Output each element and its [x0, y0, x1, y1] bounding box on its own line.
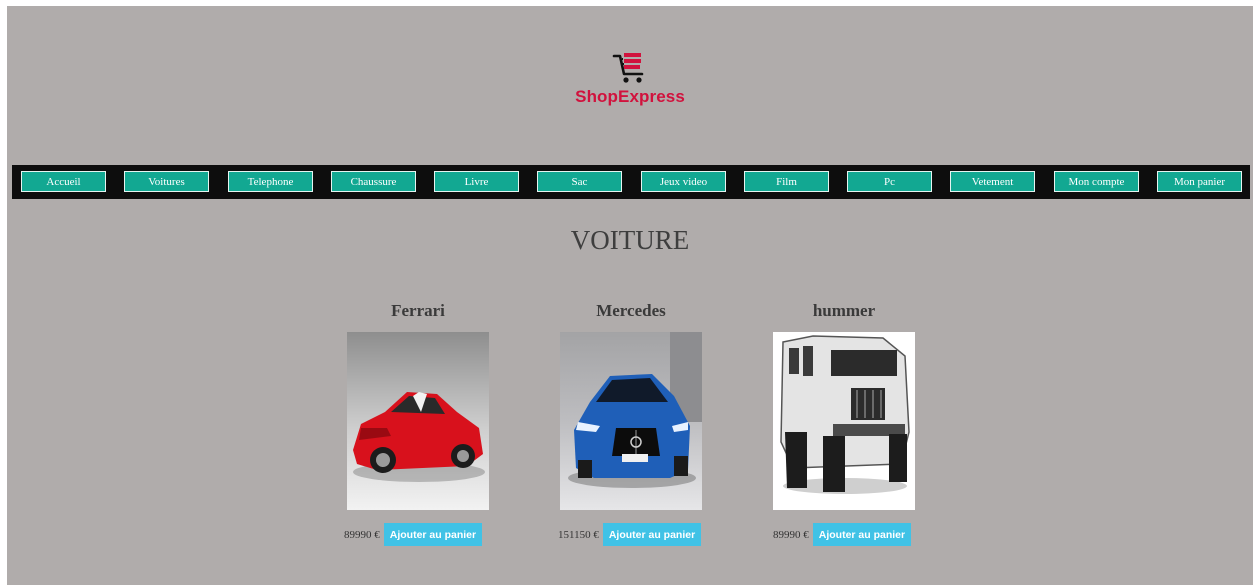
- page: ShopExpress Accueil Voitures Telephone C…: [7, 6, 1253, 585]
- add-to-cart-button[interactable]: Ajouter au panier: [602, 523, 702, 546]
- product-image-ferrari[interactable]: [347, 332, 489, 510]
- nav-film[interactable]: Film: [744, 171, 829, 192]
- nav-voitures[interactable]: Voitures: [124, 171, 209, 192]
- product-buy-row: 89990 € Ajouter au panier: [344, 523, 483, 546]
- product-price: 89990 €: [344, 528, 380, 541]
- product-card: Ferrari 89990 € Ajouter au panier: [338, 301, 498, 546]
- product-price: 151150 €: [558, 528, 599, 541]
- nav-sac[interactable]: Sac: [537, 171, 622, 192]
- shopping-cart-icon: [612, 53, 644, 83]
- product-buy-row: 151150 € Ajouter au panier: [558, 523, 702, 546]
- nav-livre[interactable]: Livre: [434, 171, 519, 192]
- nav-pc[interactable]: Pc: [847, 171, 932, 192]
- nav-vetement[interactable]: Vetement: [950, 171, 1035, 192]
- product-buy-row: 89990 € Ajouter au panier: [773, 523, 912, 546]
- red-ferrari-car-image: [347, 332, 489, 510]
- product-name: Mercedes: [596, 301, 666, 320]
- add-to-cart-button[interactable]: Ajouter au panier: [812, 523, 912, 546]
- product-name: Ferrari: [391, 301, 445, 320]
- logo[interactable]: ShopExpress: [7, 50, 1253, 107]
- nav-chaussure[interactable]: Chaussure: [331, 171, 416, 192]
- nav-telephone[interactable]: Telephone: [228, 171, 313, 192]
- nav-mon-compte[interactable]: Mon compte: [1054, 171, 1139, 192]
- nav-jeux-video[interactable]: Jeux video: [641, 171, 726, 192]
- product-image-hummer[interactable]: [773, 332, 915, 510]
- product-card: Mercedes 151150 € Ajouter au panier: [551, 301, 711, 546]
- nav-mon-panier[interactable]: Mon panier: [1157, 171, 1242, 192]
- main-nav: Accueil Voitures Telephone Chaussure Liv…: [12, 165, 1250, 199]
- blue-mercedes-car-image: [560, 332, 702, 510]
- brand-name: ShopExpress: [575, 87, 685, 106]
- white-hummer-truck-image: [773, 332, 915, 510]
- product-image-mercedes[interactable]: [560, 332, 702, 510]
- page-title: VOITURE: [570, 225, 690, 255]
- nav-accueil[interactable]: Accueil: [21, 171, 106, 192]
- product-name: hummer: [812, 301, 876, 320]
- product-card: hummer 89990 € Ajouter au panier: [764, 301, 924, 546]
- product-price: 89990 €: [773, 528, 809, 541]
- add-to-cart-button[interactable]: Ajouter au panier: [383, 523, 483, 546]
